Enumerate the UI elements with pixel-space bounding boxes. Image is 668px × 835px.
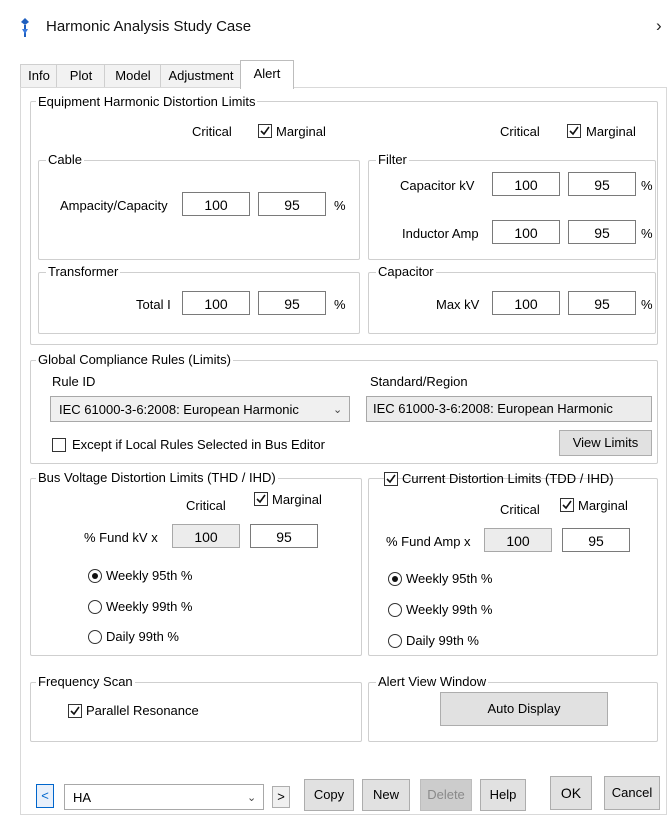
bus-weekly-99-label: Weekly 99th % [106,599,193,614]
inductor-amp-marginal-input[interactable]: 95 [568,220,636,244]
previous-button[interactable]: < [36,784,54,808]
bus-marginal-input[interactable]: 95 [250,524,318,548]
total-i-label: Total I [136,297,171,312]
current-marginal-checkbox[interactable] [560,498,574,512]
standard-region-label: Standard/Region [370,374,468,389]
marginal-label-left: Marginal [276,124,326,139]
close-icon[interactable]: › [656,16,662,36]
current-marginal-input[interactable]: 95 [562,528,630,552]
filter-legend: Filter [376,152,409,167]
window-title: Harmonic Analysis Study Case [46,18,252,35]
tab-info[interactable]: Info [20,64,58,87]
rule-id-value: IEC 61000-3-6:2008: European Harmonic [59,402,299,417]
parallel-resonance-label: Parallel Resonance [86,703,199,718]
tab-adjustment[interactable]: Adjustment [160,64,242,87]
transformer-legend: Transformer [46,264,121,279]
current-daily-99-label: Daily 99th % [406,633,479,648]
current-critical-input: 100 [484,528,552,552]
parallel-resonance-checkbox[interactable] [68,704,82,718]
max-kv-critical-input[interactable]: 100 [492,291,560,315]
fund-kv-label: % Fund kV x [84,530,158,545]
inductor-amp-critical-input[interactable]: 100 [492,220,560,244]
chevron-down-icon: ⌄ [333,404,343,416]
bus-daily-99-radio[interactable] [88,630,102,644]
capacitor-kv-unit: % [641,178,653,193]
tab-alert[interactable]: Alert [240,60,294,89]
max-kv-unit: % [641,297,653,312]
bus-voltage-legend: Bus Voltage Distortion Limits (THD / IHD… [36,470,278,485]
tab-model[interactable]: Model [104,64,162,87]
marginal-checkbox-right[interactable] [567,124,581,138]
ampacity-label: Ampacity/Capacity [60,198,168,213]
bus-marginal-label: Marginal [272,492,322,507]
bus-marginal-checkbox[interactable] [254,492,268,506]
current-distortion-legend: Current Distortion Limits (TDD / IHD) [402,471,614,486]
cable-legend: Cable [46,152,84,167]
copy-button[interactable]: Copy [304,779,354,811]
study-case-select[interactable]: HA ⌄ [64,784,264,810]
bus-daily-99-label: Daily 99th % [106,629,179,644]
study-case-value: HA [73,790,92,805]
rule-id-label: Rule ID [52,374,96,389]
total-i-unit: % [334,297,346,312]
ampacity-marginal-input[interactable]: 95 [258,192,326,216]
delete-button[interactable]: Delete [420,779,472,811]
bus-weekly-95-radio[interactable] [88,569,102,583]
marginal-label-right: Marginal [586,124,636,139]
inductor-amp-label: Inductor Amp [402,226,479,241]
current-daily-99-radio[interactable] [388,634,402,648]
equipment-limits-legend: Equipment Harmonic Distortion Limits [36,94,258,109]
filter-critical-header: Critical [500,124,540,139]
ampacity-critical-input[interactable]: 100 [182,192,250,216]
view-limits-button[interactable]: View Limits [559,430,652,456]
max-kv-label: Max kV [436,297,480,312]
max-kv-marginal-input[interactable]: 95 [568,291,636,315]
bus-weekly-99-radio[interactable] [88,600,102,614]
help-button[interactable]: Help [480,779,526,811]
standard-region-field: IEC 61000-3-6:2008: European Harmonic [366,396,652,422]
app-icon [16,17,34,39]
capacitor-legend: Capacitor [376,264,436,279]
capacitor-kv-marginal-input[interactable]: 95 [568,172,636,196]
marginal-checkbox-left[interactable] [258,124,272,138]
total-i-marginal-input[interactable]: 95 [258,291,326,315]
global-compliance-legend: Global Compliance Rules (Limits) [36,352,233,367]
tab-plot[interactable]: Plot [56,64,106,87]
capacitor-kv-label: Capacitor kV [400,178,475,193]
total-i-critical-input[interactable]: 100 [182,291,250,315]
current-weekly-99-label: Weekly 99th % [406,602,493,617]
cancel-button[interactable]: Cancel [604,776,660,810]
bus-critical-input: 100 [172,524,240,548]
ok-button[interactable]: OK [550,776,592,810]
capacitor-kv-critical-input[interactable]: 100 [492,172,560,196]
fund-amp-label: % Fund Amp x [386,534,471,549]
except-local-rules-checkbox[interactable] [52,438,66,452]
rule-id-select[interactable]: IEC 61000-3-6:2008: European Harmonic ⌄ [50,396,350,422]
current-critical-header: Critical [500,502,540,517]
alert-view-legend: Alert View Window [376,674,489,689]
title-bar: Harmonic Analysis Study Case › [0,0,668,56]
auto-display-button[interactable]: Auto Display [440,692,608,726]
current-marginal-label: Marginal [578,498,628,513]
chevron-down-icon: ⌄ [247,792,257,804]
except-local-rules-label: Except if Local Rules Selected in Bus Ed… [72,437,325,452]
current-weekly-95-label: Weekly 95th % [406,571,493,586]
bus-weekly-95-label: Weekly 95th % [106,568,193,583]
inductor-amp-unit: % [641,226,653,241]
new-button[interactable]: New [362,779,410,811]
current-weekly-95-radio[interactable] [388,572,402,586]
current-weekly-99-radio[interactable] [388,603,402,617]
frequency-scan-legend: Frequency Scan [36,674,135,689]
current-distortion-checkbox[interactable] [384,472,398,486]
bus-critical-header: Critical [186,498,226,513]
ampacity-unit: % [334,198,346,213]
next-button[interactable]: > [272,786,290,808]
cable-critical-header: Critical [192,124,232,139]
